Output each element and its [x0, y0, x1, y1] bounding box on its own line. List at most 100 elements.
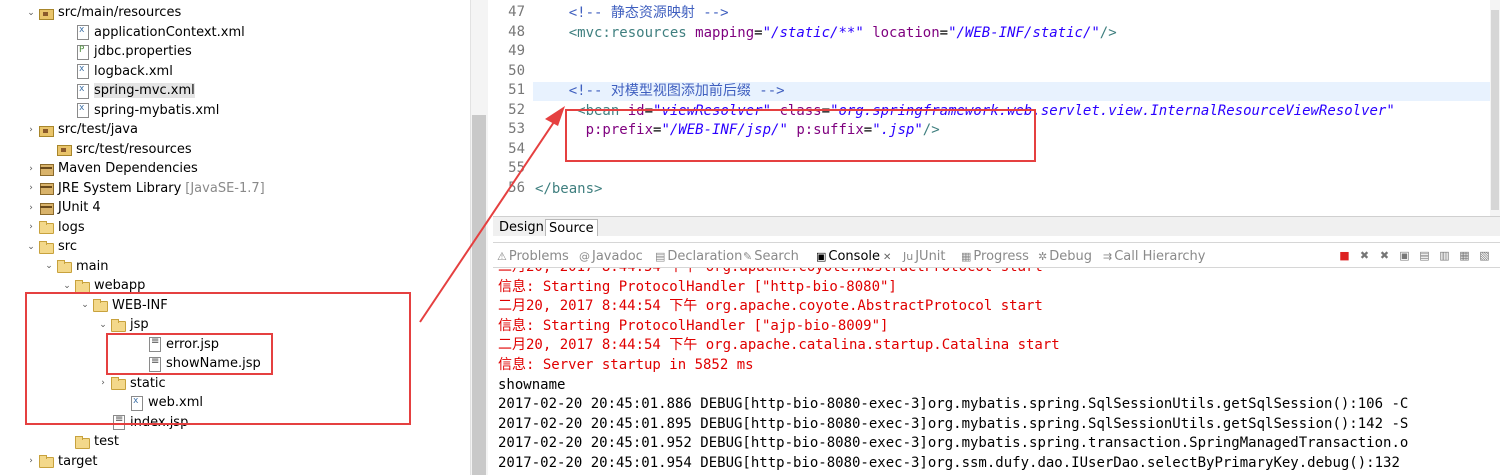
tree-item[interactable]: spring-mybatis.xml: [60, 101, 219, 120]
tab-progress[interactable]: ▦ Progress: [961, 247, 1029, 267]
remove-all-icon[interactable]: ✖: [1378, 249, 1391, 262]
editor-scrollbar-thumb[interactable]: [1491, 10, 1499, 210]
console-line: 信息: Server startup in 5852 ms: [498, 357, 754, 373]
chevron-right-icon[interactable]: ›: [24, 164, 38, 174]
chevron-right-icon[interactable]: ›: [24, 183, 38, 193]
line-number: 49: [508, 43, 525, 59]
close-icon[interactable]: ✕: [883, 252, 891, 263]
chevron-down-icon[interactable]: ⌄: [24, 8, 38, 18]
code-token: <mvc:resources: [535, 24, 696, 41]
tree-item-label: src/test/resources: [76, 141, 192, 157]
tab-search[interactable]: ✎ Search: [743, 247, 799, 267]
tree-item[interactable]: › JRE System Library [JavaSE-1.7]: [24, 179, 265, 198]
tree-item[interactable]: › src/test/java: [24, 120, 138, 139]
code-line[interactable]: <!-- 对模型视图添加前后缀 -->: [535, 82, 785, 101]
tab-source[interactable]: Source: [545, 219, 598, 236]
view-tab-bar: ⚠ Problems @ Javadoc ▤ Declaration ✎ Search ▣ Con…: [493, 242, 1500, 268]
folder-icon: [38, 240, 54, 254]
tree-item[interactable]: ⌄ main: [42, 257, 108, 276]
tree-item-label: Maven Dependencies: [58, 161, 198, 176]
editor-mode-tabs: Design Source: [493, 216, 1500, 236]
code-line[interactable]: <!-- 静态资源映射 -->: [535, 4, 729, 23]
tree-item-label: logback.xml: [94, 63, 173, 79]
tab-call-hierarchy[interactable]: ⇉ Call Hierarchy: [1103, 247, 1205, 267]
tab-problems[interactable]: ⚠ Problems: [497, 247, 569, 267]
chevron-down-icon[interactable]: ⌄: [24, 242, 38, 252]
chevron-right-icon[interactable]: ›: [24, 203, 38, 213]
tree-item[interactable]: ⌄ src: [24, 237, 77, 256]
debug-icon: ✲: [1038, 250, 1048, 263]
tree-item[interactable]: src/test/resources: [42, 140, 192, 159]
tab-console[interactable]: ▣ Console ✕: [816, 247, 891, 267]
tab-debug[interactable]: ✲ Debug: [1038, 247, 1092, 267]
tree-item[interactable]: › Maven Dependencies: [24, 159, 198, 178]
problems-icon: ⚠: [497, 250, 507, 263]
tree-item[interactable]: jdbc.properties: [60, 42, 192, 61]
line-number: 56: [508, 179, 525, 196]
tree-item-label: spring-mvc.xml: [94, 83, 195, 98]
tab-label: Declaration: [667, 249, 743, 264]
tree-item[interactable]: › target: [24, 452, 97, 471]
line-number: 54: [508, 140, 525, 157]
remove-launch-icon[interactable]: ✖: [1358, 249, 1371, 262]
tree-item[interactable]: › logs: [24, 218, 85, 237]
prefix-suffix-highlight-box: [565, 109, 1036, 162]
declaration-icon: ▤: [655, 250, 666, 263]
chevron-down-icon[interactable]: ⌄: [42, 261, 56, 271]
console-output[interactable]: 二月20, 2017 8:44:54 下午 org.apache.coyote.…: [493, 268, 1500, 475]
tree-item[interactable]: spring-mvc.xml: [60, 81, 195, 100]
chevron-right-icon[interactable]: ›: [24, 222, 38, 232]
tree-item[interactable]: logback.xml: [60, 62, 173, 81]
open-console-icon[interactable]: ▧: [1478, 249, 1491, 262]
lib-icon: [38, 162, 54, 176]
tree-item-label: test: [94, 434, 119, 449]
tab-junit[interactable]: Ju JUnit: [903, 247, 946, 267]
code-line[interactable]: <mvc:resources mapping="/static/**" loca…: [535, 24, 1117, 43]
terminate-icon[interactable]: ■: [1338, 249, 1351, 262]
pkgfolder-icon: [56, 142, 72, 156]
chevron-right-icon[interactable]: ›: [24, 456, 38, 466]
code-token: location: [872, 24, 940, 41]
tree-item[interactable]: › JUnit 4: [24, 198, 101, 217]
folder-icon: [74, 435, 90, 449]
call-hierarchy-icon: ⇉: [1103, 250, 1113, 263]
tree-item[interactable]: test: [60, 432, 119, 451]
console-line: 2017-02-20 20:45:01.895 DEBUG[http-bio-8…: [498, 415, 1409, 432]
pkgfolder-icon: [38, 123, 54, 137]
tab-declaration[interactable]: ▤ Declaration: [655, 247, 742, 267]
console-line: 2017-02-20 20:45:01.952 DEBUG[http-bio-8…: [498, 435, 1409, 452]
chevron-right-icon[interactable]: ›: [24, 125, 38, 135]
line-number-gutter: 47 48 49 50 51 52 53 54 55 56: [493, 0, 533, 216]
console-line: 二月20, 2017 8:44:54 下午 org.apache.catalin…: [498, 337, 1060, 354]
line-number: 55: [508, 160, 525, 176]
tree-item-label: src: [58, 239, 77, 254]
explorer-scrollbar-thumb[interactable]: [472, 115, 486, 475]
tree-item[interactable]: ⌄ src/main/resources: [24, 3, 181, 22]
show-console-icon[interactable]: ▤: [1418, 249, 1431, 262]
chevron-down-icon[interactable]: ⌄: [60, 281, 74, 291]
line-number: 47: [508, 4, 525, 20]
display-console-icon[interactable]: ▦: [1458, 249, 1471, 262]
tab-javadoc[interactable]: @ Javadoc: [579, 247, 643, 267]
tree-item-label: logs: [58, 219, 85, 235]
line-number: 50: [508, 62, 525, 79]
tree-item-label: JRE System Library: [58, 180, 182, 196]
code-token: "/static/**": [762, 24, 864, 41]
tree-item-label: src/main/resources: [58, 5, 182, 20]
line-number: 51: [508, 82, 525, 98]
folder-icon: [38, 220, 54, 234]
code-token: <!-- 对模型视图添加前后缀 -->: [535, 83, 785, 99]
pin-console-icon[interactable]: ▥: [1438, 249, 1451, 262]
tree-item-label: spring-mybatis.xml: [94, 102, 220, 118]
search-icon: ✎: [743, 250, 753, 263]
tree-item-label: jdbc.properties: [94, 44, 192, 59]
code-line[interactable]: </beans>: [535, 180, 602, 199]
xml-editor[interactable]: 47 48 49 50 51 52 53 54 55 56 <!-- 静态资源映射 --> <mv…: [493, 0, 1500, 216]
scroll-lock-icon[interactable]: ▣: [1398, 249, 1411, 262]
code-token: />: [1099, 24, 1117, 41]
folder-icon: [38, 454, 54, 468]
tab-design[interactable]: Design: [496, 219, 547, 236]
tree-item[interactable]: applicationContext.xml: [60, 23, 245, 42]
console-line: showname: [498, 376, 566, 393]
